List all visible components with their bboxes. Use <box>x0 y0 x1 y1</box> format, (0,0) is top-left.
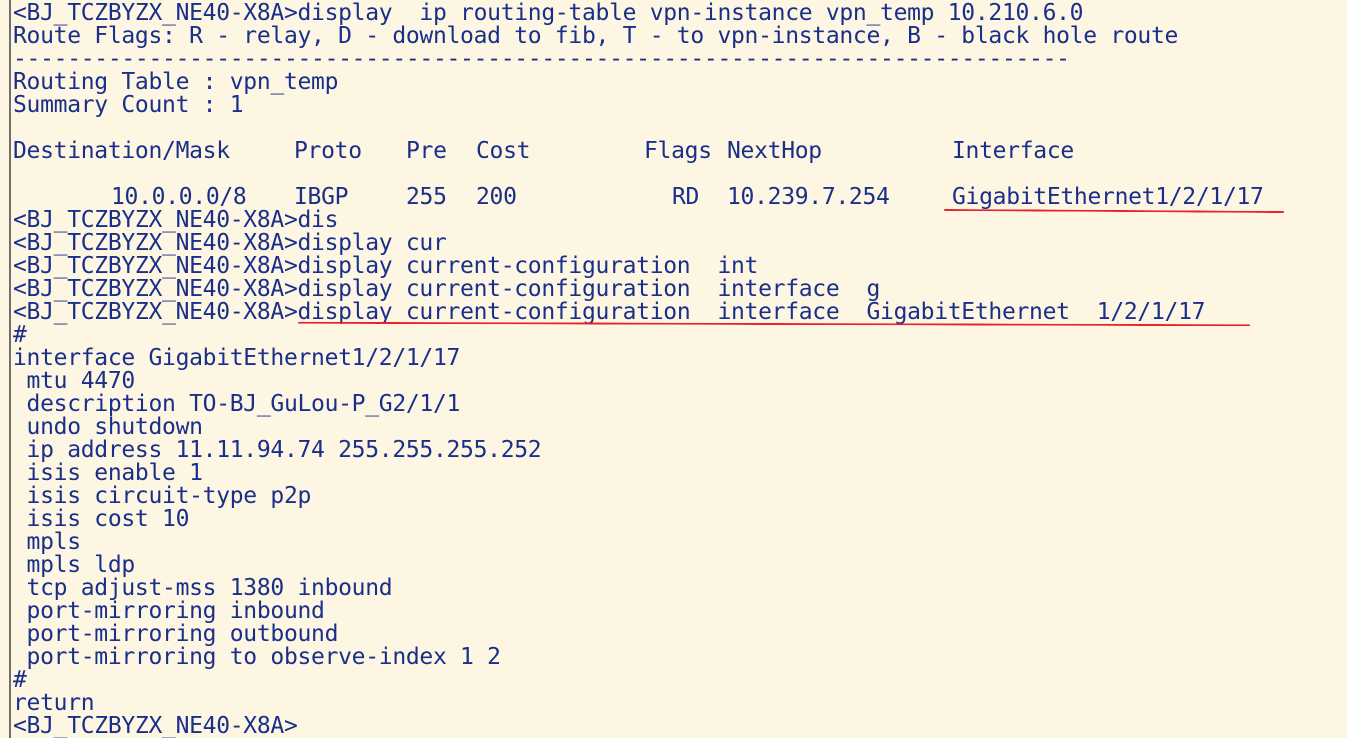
command-line: <BJ_TCZBYZX_NE40-X8A>display current-con… <box>13 253 759 279</box>
config-line: mpls <box>13 529 82 555</box>
terminal-window[interactable]: <BJ_TCZBYZX_NE40-X8A>display ip routing-… <box>0 0 1350 738</box>
config-line: isis enable 1 <box>13 460 203 486</box>
terminal-line-routing-table: Routing Table : vpn_temp <box>13 69 339 95</box>
header-flags: Flags <box>644 138 712 164</box>
terminal-left-border <box>9 0 11 738</box>
config-line: mtu 4470 <box>13 368 136 394</box>
terminal-line-command: <BJ_TCZBYZX_NE40-X8A>display ip routing-… <box>13 0 1084 26</box>
prompt: <BJ_TCZBYZX_NE40-X8A> <box>13 299 298 325</box>
header-nexthop: NextHop <box>727 138 822 164</box>
config-line: undo shutdown <box>13 414 203 440</box>
row-interface: GigabitEthernet1/2/1/17 <box>952 184 1264 210</box>
highlighted-command-line: <BJ_TCZBYZX_NE40-X8A>display current-con… <box>13 301 1205 324</box>
header-interface: Interface <box>952 138 1074 164</box>
config-line: description TO-BJ_GuLou-P_G2/1/1 <box>13 391 461 417</box>
row-pre: 255 <box>406 184 447 210</box>
config-line: # <box>13 322 27 348</box>
config-line: interface GigabitEthernet1/2/1/17 <box>13 345 461 371</box>
terminal-line-separator: ----------------------------------------… <box>13 46 1070 72</box>
row-cost: 200 <box>476 184 517 210</box>
config-line: isis circuit-type p2p <box>13 483 312 509</box>
row-proto: IBGP <box>294 184 349 210</box>
header-destination: Destination/Mask <box>13 138 230 164</box>
command-line: <BJ_TCZBYZX_NE40-X8A>dis <box>13 207 339 233</box>
config-line: tcp adjust-mss 1380 inbound <box>13 575 393 601</box>
header-pre: Pre <box>406 138 447 164</box>
terminal-line-summary-count: Summary Count : 1 <box>13 92 244 118</box>
config-line: port-mirroring outbound <box>13 621 339 647</box>
config-line: isis cost 10 <box>13 506 190 532</box>
config-line: port-mirroring inbound <box>13 598 325 624</box>
header-proto: Proto <box>294 138 362 164</box>
config-line: port-mirroring to observe-index 1 2 <box>13 644 501 670</box>
config-line: ip address 11.11.94.74 255.255.255.252 <box>13 437 542 463</box>
row-flags: RD <box>672 184 700 210</box>
command-line: <BJ_TCZBYZX_NE40-X8A>display current-con… <box>13 276 881 302</box>
prompt-line[interactable]: <BJ_TCZBYZX_NE40-X8A> <box>13 715 298 738</box>
terminal-line-route-flags: Route Flags: R - relay, D - download to … <box>13 23 1179 49</box>
config-line: return <box>13 690 95 716</box>
command-line: <BJ_TCZBYZX_NE40-X8A>display cur <box>13 230 447 256</box>
row-destination: 10.0.0.0/8 <box>111 184 247 210</box>
config-line: # <box>13 667 27 693</box>
header-cost: Cost <box>476 138 531 164</box>
highlighted-command: display current-configuration interface … <box>297 299 1206 325</box>
config-line: mpls ldp <box>13 552 136 578</box>
row-nexthop: 10.239.7.254 <box>727 184 890 210</box>
